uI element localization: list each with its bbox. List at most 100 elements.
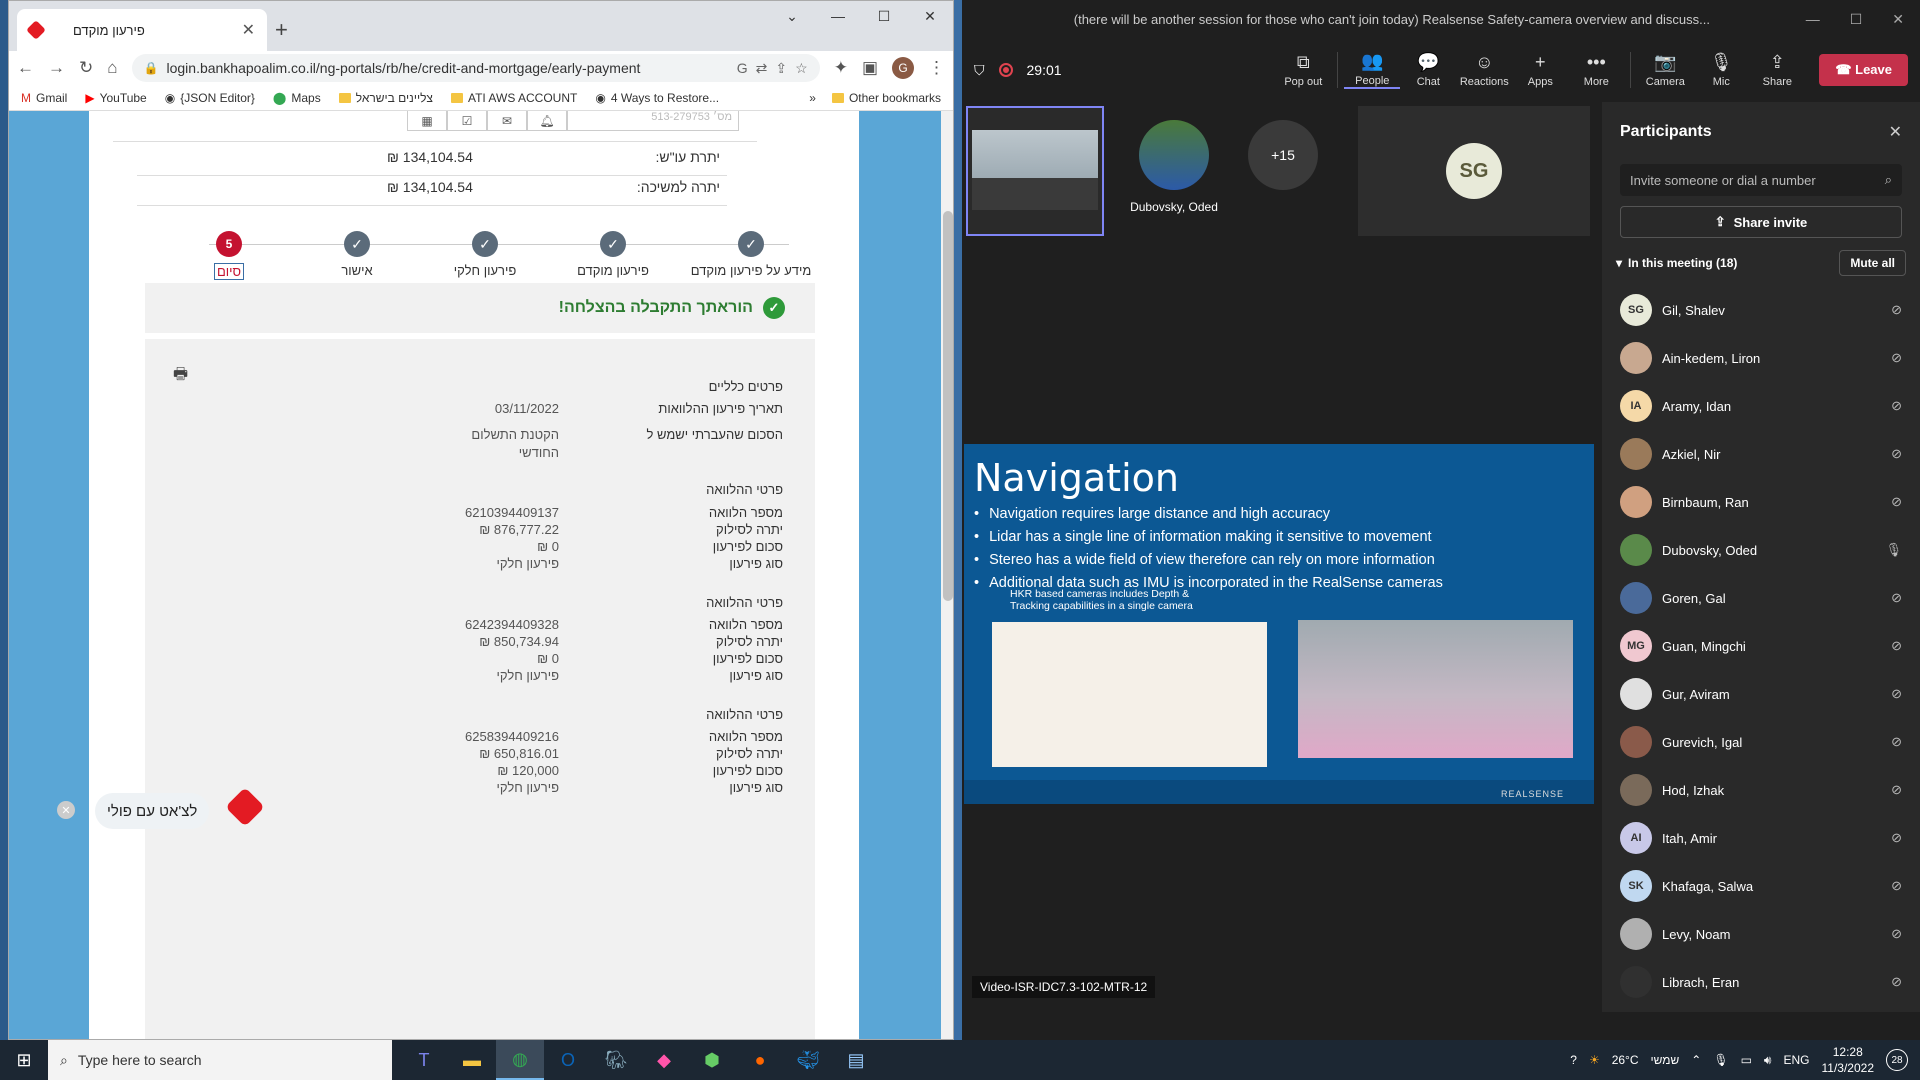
weather-temp[interactable]: 26°C <box>1612 1053 1639 1067</box>
participant-row[interactable]: MG Guan, Mingchi ⊘ <box>1602 622 1920 670</box>
share-icon[interactable]: ⇪ <box>775 60 787 77</box>
back-button[interactable]: ← <box>17 58 34 78</box>
scroll-thumb[interactable] <box>943 211 953 601</box>
participant-row[interactable]: SG Gil, Shalev ⊘ <box>1602 286 1920 334</box>
lock-icon[interactable]: 🔒 <box>144 61 159 75</box>
mic-off-icon[interactable]: ⊘ <box>1891 686 1902 702</box>
chevron-up-icon[interactable]: ⌃ <box>1691 1053 1701 1067</box>
maximize-button[interactable]: ☐ <box>1850 11 1863 28</box>
mic-off-icon[interactable]: ⊘ <box>1891 446 1902 462</box>
notification-badge[interactable]: 28 <box>1886 1049 1908 1071</box>
sourcetree-app-icon[interactable]: ◆ <box>640 1040 688 1080</box>
participant-row[interactable]: SK Khafaga, Salwa ⊘ <box>1602 862 1920 910</box>
bookmark-youtube[interactable]: ▶ YouTube <box>85 91 146 105</box>
participant-row[interactable]: Gur, Aviram ⊘ <box>1602 670 1920 718</box>
teams-app-icon[interactable]: T <box>400 1040 448 1080</box>
weather-label[interactable]: שמשי <box>1651 1053 1680 1067</box>
mic-off-icon[interactable]: ⊘ <box>1891 878 1902 894</box>
help-icon[interactable]: ? <box>1570 1053 1577 1067</box>
translate-icon[interactable]: ⇄ <box>756 60 768 77</box>
notepad-app-icon[interactable]: ▤ <box>832 1040 880 1080</box>
participant-row[interactable]: IA Aramy, Idan ⊘ <box>1602 382 1920 430</box>
extensions-icon[interactable]: ✦ <box>834 58 848 78</box>
more-bookmarks-chevron[interactable]: » <box>809 91 816 105</box>
video-tile-oded[interactable]: Dubovsky, Oded <box>1124 120 1224 214</box>
shield-icon[interactable]: ⛉ <box>974 62 985 79</box>
file-explorer-icon[interactable]: ▬ <box>448 1040 496 1080</box>
mic-off-icon[interactable]: ⊘ <box>1891 638 1902 654</box>
calculator-icon[interactable]: ▦ <box>407 111 447 131</box>
mail-icon[interactable]: ✉ <box>487 111 527 131</box>
google-icon[interactable]: G <box>737 60 748 76</box>
bookmark-maps[interactable]: ⬤ Maps <box>273 91 321 105</box>
home-button[interactable]: ⌂ <box>107 58 117 78</box>
participant-row[interactable]: Gurevich, Igal ⊘ <box>1602 718 1920 766</box>
node-app-icon[interactable]: ⬢ <box>688 1040 736 1080</box>
account-selector[interactable]: מס׳ 513-279753 <box>567 111 739 131</box>
outlook-app-icon[interactable]: O <box>544 1040 592 1080</box>
more-participants-button[interactable]: +15 <box>1248 120 1318 190</box>
reactions-button[interactable]: ☺ Reactions <box>1456 52 1512 88</box>
maximize-button[interactable]: ☐ <box>861 1 907 31</box>
omnibox[interactable]: 🔒 login.bankhapoalim.co.il/ng-portals/rb… <box>131 54 820 82</box>
mic-tray-icon[interactable]: 🎙︎ <box>1713 1053 1728 1067</box>
camera-button[interactable]: 📷 Camera <box>1637 52 1693 88</box>
close-window-button[interactable]: ✕ <box>907 1 953 31</box>
docker-app-icon[interactable]: 🐳︎ <box>784 1040 832 1080</box>
mic-off-icon[interactable]: ⊘ <box>1891 734 1902 750</box>
participant-row[interactable]: AI Itah, Amir ⊘ <box>1602 814 1920 862</box>
mic-off-icon[interactable]: ⊘ <box>1891 926 1902 942</box>
mic-off-icon[interactable]: ⊘ <box>1891 830 1902 846</box>
popout-button[interactable]: ⧉ Pop out <box>1275 52 1331 88</box>
close-window-button[interactable]: ✕ <box>1892 11 1904 28</box>
close-panel-icon[interactable]: ✕ <box>1889 122 1902 142</box>
video-tile-sg[interactable]: SG <box>1358 106 1590 236</box>
mic-off-icon[interactable]: ⊘ <box>1891 590 1902 606</box>
close-tab-icon[interactable]: ✕ <box>242 20 255 40</box>
mic-off-icon[interactable]: ⊘ <box>1891 782 1902 798</box>
reload-button[interactable]: ↻ <box>79 58 93 78</box>
chat-button[interactable]: 💬 Chat <box>1400 52 1456 88</box>
postgres-app-icon[interactable]: 🐘︎ <box>592 1040 640 1080</box>
mic-off-icon[interactable]: ⊘ <box>1891 302 1902 318</box>
leave-button[interactable]: ☎ Leave <box>1819 54 1908 86</box>
people-button[interactable]: 👥 People <box>1344 51 1401 89</box>
sidepanel-icon[interactable]: ▣ <box>862 58 878 78</box>
bell-icon[interactable]: 🔔︎ <box>527 111 567 131</box>
chrome-app-icon[interactable]: ◍ <box>496 1040 544 1080</box>
chatbot-avatar-icon[interactable] <box>225 787 265 827</box>
browser-tab[interactable]: ✕ פירעון מוקדם <box>17 9 267 51</box>
mic-off-icon[interactable]: ⊘ <box>1891 398 1902 414</box>
bookmark-star-icon[interactable]: ☆ <box>795 60 808 77</box>
weather-icon[interactable]: ☀ <box>1589 1053 1600 1067</box>
bookmark-gmail[interactable]: M Gmail <box>21 91 67 105</box>
volume-icon[interactable]: 🔊︎ <box>1764 1053 1772 1068</box>
bookmark-json-editor[interactable]: ◉ {JSON Editor} <box>165 91 255 105</box>
start-button[interactable]: ⊞ <box>0 1040 48 1080</box>
mic-on-icon[interactable]: 🎙︎ <box>1885 542 1902 558</box>
inbox-icon[interactable]: ☑ <box>447 111 487 131</box>
profile-avatar[interactable]: G <box>892 57 914 79</box>
mic-off-icon[interactable]: ⊘ <box>1891 494 1902 510</box>
mic-off-icon[interactable]: ⊘ <box>1891 350 1902 366</box>
participant-row[interactable]: Azkiel, Nir ⊘ <box>1602 430 1920 478</box>
tab-search-icon[interactable]: ⌄ <box>769 1 815 31</box>
in-meeting-header[interactable]: ▾ In this meeting (18) Mute all <box>1602 238 1920 286</box>
postman-app-icon[interactable]: ● <box>736 1040 784 1080</box>
bookmark-folder-2[interactable]: ATI AWS ACCOUNT <box>450 91 577 105</box>
new-tab-button[interactable]: + <box>275 17 288 43</box>
bookmark-folder-1[interactable]: צליינים בישראל <box>338 91 433 105</box>
chat-bubble[interactable]: לצ'אט עם פולי <box>95 793 210 829</box>
forward-button[interactable]: → <box>48 58 65 78</box>
language-indicator[interactable]: ENG <box>1783 1053 1809 1067</box>
other-bookmarks[interactable]: Other bookmarks <box>831 91 941 105</box>
clock[interactable]: 12:28 11/3/2022 <box>1822 1044 1875 1076</box>
participant-row[interactable]: Goren, Gal ⊘ <box>1602 574 1920 622</box>
minimize-button[interactable]: — <box>1806 11 1820 28</box>
network-icon[interactable]: ▭ <box>1741 1053 1752 1067</box>
participant-row[interactable]: Birnbaum, Ran ⊘ <box>1602 478 1920 526</box>
menu-icon[interactable]: ⋮ <box>928 58 945 78</box>
mic-button[interactable]: 🎙 Mic <box>1693 52 1749 88</box>
page-scrollbar[interactable] <box>941 111 953 1039</box>
taskbar-search[interactable]: ⌕ Type here to search <box>48 1040 392 1080</box>
